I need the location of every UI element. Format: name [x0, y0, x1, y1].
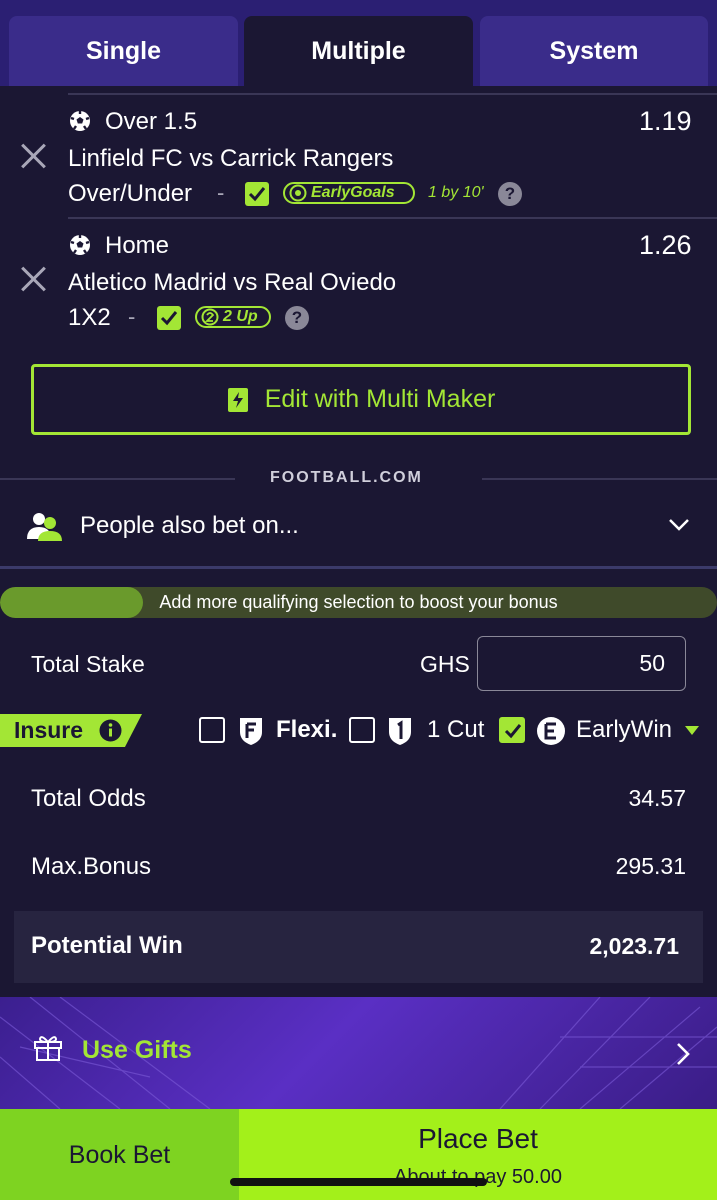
one-cut-label: 1 Cut	[427, 716, 485, 743]
caret-down-icon[interactable]	[684, 725, 700, 736]
people-also-bet-title[interactable]: People also bet on...	[80, 512, 299, 540]
football-icon	[70, 111, 90, 131]
flexi-checkbox[interactable]	[199, 717, 225, 743]
insure-label: Insure	[14, 717, 84, 743]
potential-win-value: 2,023.71	[589, 933, 679, 959]
remove-selection-icon[interactable]	[20, 265, 48, 293]
boost-checkbox[interactable]	[245, 182, 269, 206]
insure-tag[interactable]: Insure	[0, 714, 142, 747]
place-bet-button[interactable]: Place Bet About to pay 50.00	[239, 1109, 717, 1200]
flexi-label: Flexi.	[276, 716, 338, 743]
earlywin-icon	[537, 717, 565, 745]
flexi-shield-icon	[240, 718, 262, 745]
divider	[0, 566, 717, 569]
selection-odds: 1.26	[639, 230, 692, 260]
gift-icon	[34, 1036, 62, 1061]
two-up-icon	[201, 308, 219, 326]
selection-match: Linfield FC vs Carrick Rangers	[68, 145, 394, 172]
brand-logo: FOOTBALL.COM	[270, 469, 423, 486]
use-gifts-label: Use Gifts	[82, 1036, 192, 1064]
multi-maker-icon	[227, 387, 248, 412]
selection-pick: Over 1.5	[105, 108, 198, 135]
use-gifts-banner[interactable]: Use Gifts	[0, 997, 717, 1109]
selection-market: 1X2	[68, 304, 111, 331]
edit-multi-maker-button[interactable]: Edit with Multi Maker	[31, 364, 691, 435]
divider	[68, 93, 717, 95]
chevron-down-icon[interactable]	[667, 517, 691, 533]
boost-checkbox[interactable]	[157, 306, 181, 330]
one-cut-shield-icon	[389, 718, 411, 745]
selection-odds: 1.19	[639, 106, 692, 136]
total-odds-value: 34.57	[628, 785, 686, 811]
tab-multiple[interactable]: Multiple	[244, 16, 473, 86]
total-odds-label: Total Odds	[31, 785, 146, 812]
help-icon[interactable]: ?	[498, 182, 522, 206]
potential-win-row: Potential Win 2,023.71	[14, 911, 703, 983]
home-indicator	[230, 1178, 487, 1186]
two-up-badge: 2 Up	[195, 306, 271, 328]
chevron-right-icon	[677, 1043, 690, 1065]
earlywin-checkbox[interactable]	[499, 717, 525, 743]
selection-market: Over/Under	[68, 180, 193, 207]
selection-pick: Home	[105, 232, 170, 259]
selection-match: Atletico Madrid vs Real Oviedo	[68, 269, 397, 296]
football-icon	[70, 235, 90, 255]
one-cut-checkbox[interactable]	[349, 717, 375, 743]
tab-single[interactable]: Single	[9, 16, 238, 86]
place-bet-label: Place Bet	[418, 1123, 538, 1154]
stake-input[interactable]: 50	[477, 636, 686, 691]
earlygoals-label: EarlyGoals	[311, 184, 395, 201]
help-icon[interactable]: ?	[285, 306, 309, 330]
earlygoals-icon	[289, 184, 307, 202]
book-bet-label: Book Bet	[68, 1141, 171, 1169]
info-icon	[99, 719, 122, 742]
multi-maker-label: Edit with Multi Maker	[264, 385, 496, 413]
market-separator: -	[217, 180, 225, 205]
bonus-text: Add more qualifying selection to boost y…	[159, 592, 558, 612]
tab-system[interactable]: System	[480, 16, 708, 86]
earlywin-label: EarlyWin	[576, 716, 673, 743]
max-bonus-value: 295.31	[615, 853, 686, 879]
total-stake-label: Total Stake	[31, 651, 145, 677]
earlygoals-badge: EarlyGoals	[283, 182, 415, 204]
book-bet-button[interactable]: Book Bet	[0, 1109, 239, 1200]
divider	[0, 478, 235, 480]
bet-type-tabs: Single Multiple System	[0, 0, 717, 88]
market-separator: -	[128, 304, 136, 329]
potential-win-label: Potential Win	[31, 932, 183, 959]
max-bonus-label: Max.Bonus	[31, 853, 152, 880]
divider	[482, 478, 717, 480]
currency-label: GHS	[420, 651, 470, 677]
earlygoals-note: 1 by 10'	[428, 184, 484, 201]
two-up-label: 2 Up	[223, 308, 258, 325]
bonus-progress-bar: Add more qualifying selection to boost y…	[0, 587, 717, 618]
divider	[68, 217, 717, 219]
people-icon	[27, 513, 62, 541]
remove-selection-icon[interactable]	[20, 142, 48, 170]
